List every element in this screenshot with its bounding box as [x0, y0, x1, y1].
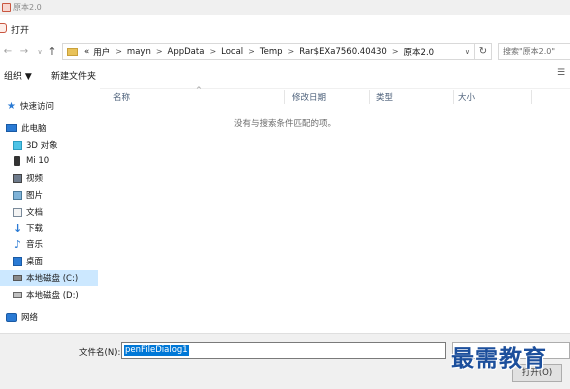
- star-icon: ★: [7, 100, 16, 112]
- view-options-icon: ☰: [557, 68, 566, 78]
- picture-icon: [13, 190, 22, 200]
- empty-folder-message: 没有与搜索条件匹配的项。: [233, 119, 336, 129]
- search-input[interactable]: 搜索"原本2.0": [498, 43, 570, 60]
- sidebar-item-drive-d[interactable]: 本地磁盘 (D:): [0, 287, 98, 303]
- column-header-type[interactable]: 类型: [376, 91, 393, 103]
- app-icon: [2, 3, 11, 12]
- column-divider[interactable]: [369, 90, 370, 104]
- sidebar-item-label: 图片: [26, 191, 44, 201]
- sidebar-item-this-pc[interactable]: 此电脑: [0, 120, 98, 136]
- column-header-size[interactable]: 大小: [458, 91, 475, 103]
- breadcrumb-separator-icon[interactable]: >: [248, 47, 255, 56]
- breadcrumb-separator-icon[interactable]: >: [288, 47, 295, 56]
- sidebar-item-label: Mi 10: [26, 156, 50, 166]
- sidebar-item-pictures[interactable]: 图片: [0, 187, 98, 203]
- recent-locations-button[interactable]: ∨: [34, 45, 46, 59]
- sidebar-item-network[interactable]: 网络: [0, 309, 98, 325]
- sidebar-item-label: 桌面: [26, 257, 44, 267]
- sidebar-item-documents[interactable]: 文档: [0, 204, 98, 220]
- sidebar-item-label: 快速访问: [20, 102, 55, 112]
- sidebar-item-music[interactable]: ♪ 音乐: [0, 236, 98, 252]
- drive-icon: [13, 275, 22, 281]
- sidebar-item-label: 下载: [26, 224, 44, 234]
- address-bar[interactable]: « 用户 > mayn > AppData > Local > Temp > R…: [62, 43, 475, 60]
- refresh-icon: ↻: [478, 46, 488, 57]
- column-divider[interactable]: [453, 90, 454, 104]
- back-button[interactable]: ←: [2, 45, 14, 59]
- sidebar-item-mi10[interactable]: Mi 10: [0, 153, 98, 169]
- phone-icon: [14, 156, 20, 166]
- sidebar-item-desktop[interactable]: 桌面: [0, 253, 98, 269]
- sidebar-item-drive-c[interactable]: 本地磁盘 (C:): [0, 270, 98, 286]
- sidebar-item-label: 本地磁盘 (C:): [26, 274, 79, 284]
- arrow-right-icon: →: [19, 46, 29, 57]
- background-window-titlebar: 原本2.0: [0, 0, 570, 16]
- sidebar-item-label: 3D 对象: [26, 141, 58, 151]
- refresh-button[interactable]: ↻: [475, 43, 492, 60]
- filename-input[interactable]: penFileDialog1: [121, 342, 446, 359]
- computer-icon: [6, 124, 17, 132]
- view-options-button[interactable]: ☰: [557, 68, 565, 78]
- video-icon: [13, 173, 22, 183]
- sidebar-item-label: 本地磁盘 (D:): [26, 291, 79, 301]
- breadcrumb-separator-icon[interactable]: >: [209, 47, 216, 56]
- column-headers: ^ 名称 修改日期 类型 大小: [100, 86, 570, 105]
- column-header-date[interactable]: 修改日期: [292, 91, 326, 103]
- sidebar-item-label: 网络: [21, 313, 39, 323]
- sidebar-item-label: 音乐: [26, 240, 44, 250]
- address-row: ← → ∨ ↑ « 用户 > mayn > AppData > Local > …: [0, 41, 570, 63]
- organize-button[interactable]: 组织 ▼: [4, 69, 32, 82]
- folder-icon: [67, 47, 78, 56]
- address-dropdown-icon[interactable]: ∨: [461, 48, 474, 56]
- sidebar-item-label: 此电脑: [21, 124, 47, 134]
- toolbar: 组织 ▼ 新建文件夹 ☰: [0, 63, 570, 89]
- column-divider[interactable]: [284, 90, 285, 104]
- forward-button[interactable]: →: [18, 45, 30, 59]
- chevron-down-icon: ∨: [37, 48, 43, 56]
- dialog-titlebar: 打开: [0, 15, 570, 41]
- breadcrumb-separator-icon[interactable]: >: [392, 47, 399, 56]
- breadcrumb-users[interactable]: 用户: [93, 46, 110, 58]
- background-window-title: 原本2.0: [13, 3, 42, 12]
- navigation-pane: ★ 快速访问 此电脑 3D 对象 Mi 10 视频 图片 文档 ↓ 下载 ♪ 音…: [0, 88, 100, 333]
- column-header-name[interactable]: 名称: [113, 91, 130, 103]
- dialog-title: 打开: [11, 26, 30, 36]
- breadcrumb-overflow[interactable]: «: [84, 47, 89, 57]
- breadcrumb-appdata[interactable]: AppData: [168, 47, 205, 57]
- up-button[interactable]: ↑: [46, 45, 58, 59]
- breadcrumb-separator-icon[interactable]: >: [115, 47, 122, 56]
- network-icon: [6, 312, 17, 322]
- breadcrumb-temp[interactable]: Temp: [260, 47, 283, 57]
- breadcrumb-current[interactable]: 原本2.0: [404, 46, 435, 58]
- download-icon: ↓: [13, 221, 23, 235]
- arrow-left-icon: ←: [3, 46, 13, 57]
- drive-icon: [13, 292, 22, 298]
- watermark: 最需教育: [451, 345, 547, 372]
- breadcrumb-local[interactable]: Local: [221, 47, 243, 57]
- dialog-icon: [0, 23, 7, 33]
- sidebar-item-label: 文档: [26, 208, 44, 218]
- filename-value: penFileDialog1: [124, 345, 189, 356]
- sidebar-item-label: 视频: [26, 174, 44, 184]
- cube-icon: [13, 140, 22, 150]
- desktop-icon: [13, 256, 22, 266]
- sidebar-item-downloads[interactable]: ↓ 下载: [0, 220, 98, 236]
- sidebar-item-videos[interactable]: 视频: [0, 170, 98, 186]
- filename-label: 文件名(N):: [79, 348, 121, 358]
- breadcrumb-separator-icon[interactable]: >: [156, 47, 163, 56]
- music-icon: ♪: [13, 237, 22, 251]
- sidebar-item-quick-access[interactable]: ★ 快速访问: [0, 98, 98, 114]
- breadcrumb-rar-folder[interactable]: Rar$EXa7560.40430: [299, 47, 387, 57]
- column-divider[interactable]: [531, 90, 532, 104]
- sort-caret-icon: ^: [196, 86, 202, 94]
- sidebar-item-3d-objects[interactable]: 3D 对象: [0, 137, 98, 153]
- new-folder-button[interactable]: 新建文件夹: [51, 69, 96, 82]
- breadcrumb-mayn[interactable]: mayn: [127, 47, 151, 57]
- arrow-up-icon: ↑: [47, 45, 57, 58]
- document-icon: [13, 207, 22, 217]
